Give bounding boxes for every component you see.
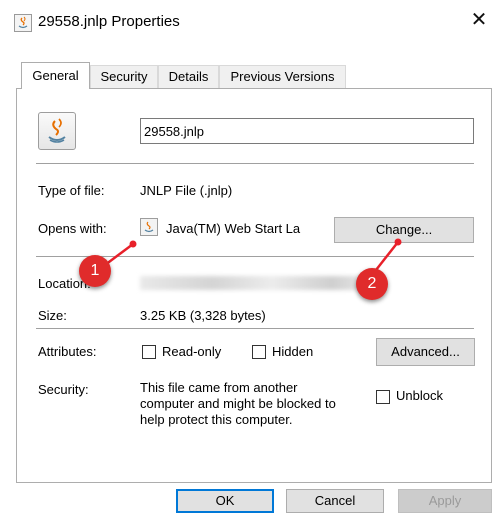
callout-dot-2 bbox=[394, 238, 402, 246]
tab-general[interactable]: General bbox=[21, 62, 90, 89]
annotation-badge-2: 2 bbox=[356, 268, 388, 300]
callout-dot-1 bbox=[129, 240, 137, 248]
annotation-badge-1: 1 bbox=[79, 255, 111, 287]
callout-line-2 bbox=[375, 241, 399, 271]
